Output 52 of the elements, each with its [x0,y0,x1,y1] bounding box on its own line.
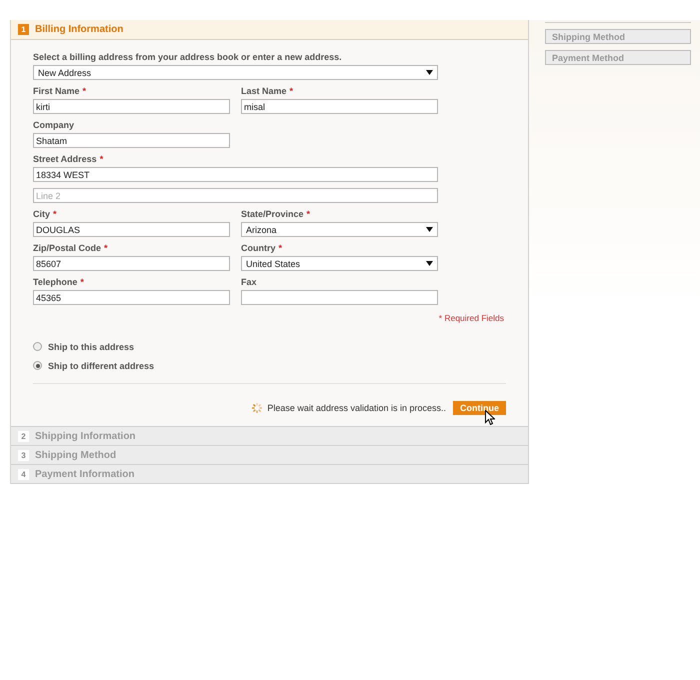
required-mark: * [104,243,108,253]
field-label: Select a billing address from your address book or enter a new address. [33,52,343,62]
select-field[interactable]: United States [241,256,438,271]
step-header[interactable]: 2 Shipping Information [11,427,529,446]
step-header[interactable]: 4 Payment Information [11,465,529,484]
field-label: Company [33,120,74,130]
input-field[interactable]: DOUGLAS [33,222,230,237]
step-title: Shipping Method [35,450,116,460]
required-mark: * [306,209,310,219]
input-field[interactable]: 85607 [33,256,230,271]
step-number: 2 [18,430,29,442]
field-label: Fax [241,277,257,287]
caret-icon [426,70,433,75]
step-number: 3 [18,450,29,460]
field-label: Country [241,243,276,253]
input-field[interactable]: kirti [33,99,230,114]
radio-label: Ship to this address [48,342,134,352]
caret-icon [426,261,433,266]
required-mark: * [100,154,104,164]
input-field[interactable]: 45365 [33,290,230,305]
step-title: Payment Information [35,468,134,480]
select-field[interactable]: Arizona [241,222,438,237]
radio-label: Ship to different address [48,360,154,370]
caret-icon [426,227,433,232]
field-label: State/Province [241,209,304,219]
required-mark: * [290,86,294,96]
step-header[interactable]: 3 Shipping Method [11,446,529,465]
radio-button[interactable] [33,361,42,370]
field-label: Zip/Postal Code [33,243,102,253]
address-select[interactable]: New Address [33,65,438,80]
required-mark: * [82,86,86,96]
required-mark: * [278,243,282,253]
radio-button[interactable] [33,342,42,351]
input-field[interactable]: misal [241,99,438,114]
input-field[interactable]: Line 2 [33,188,438,203]
field-label: First Name [33,86,80,96]
step-number: 4 [18,468,29,480]
loading-spinner-icon [251,402,264,414]
required-note: * Required Fields [438,313,505,323]
input-field[interactable]: Shatam [33,133,230,148]
required-mark: * [53,209,57,219]
field-label: Telephone [33,277,78,287]
field-label: Street Address [33,154,97,164]
required-mark: * [80,277,84,287]
wait-message: Please wait address validation is in process.. [267,403,446,413]
input-field[interactable] [241,290,438,305]
step-number: 1 [18,24,29,35]
field-label: City [33,209,50,219]
field-label: Last Name [241,86,287,96]
step-title: Shipping Information [35,430,136,442]
step-title: Billing Information [35,24,124,35]
input-field[interactable]: 18334 WEST [33,167,438,182]
